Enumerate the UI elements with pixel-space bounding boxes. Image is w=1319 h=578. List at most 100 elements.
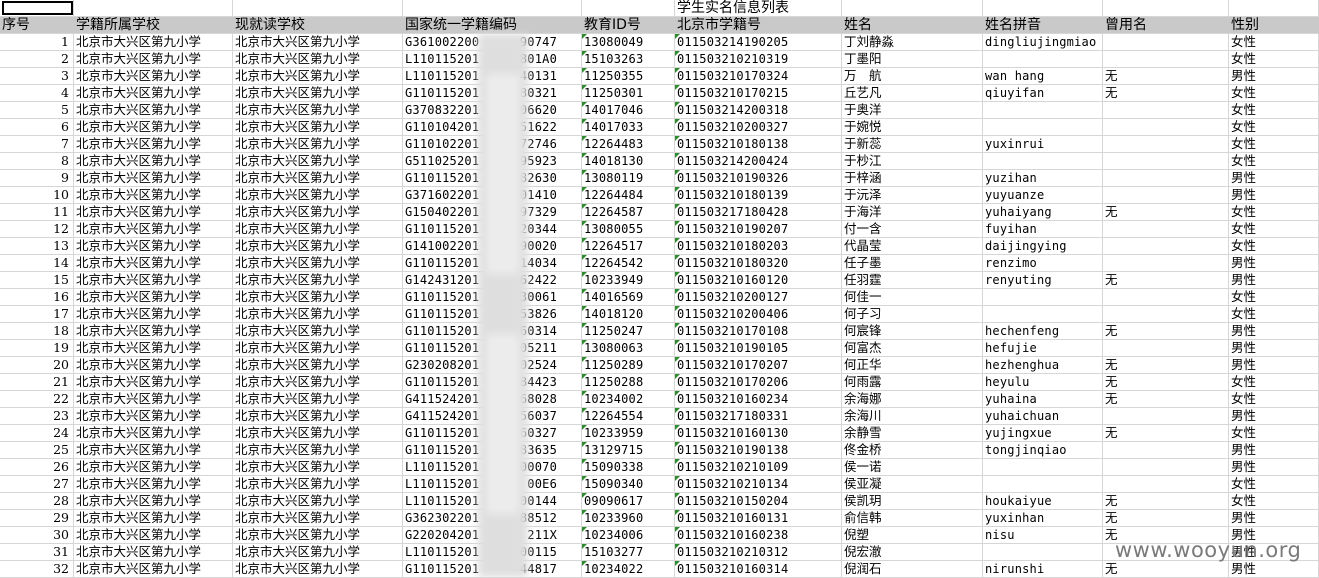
cell-enrolled-school[interactable]: 北京市大兴区第九小学 [74,153,233,170]
cell-empty[interactable] [582,0,675,17]
cell-edu-id[interactable]: 12264483 [582,136,675,153]
cell-current-school[interactable]: 北京市大兴区第九小学 [233,323,403,340]
cell-index[interactable]: 15 [0,272,74,289]
cell-beijing-id[interactable]: 011503210210319 [675,51,842,68]
cell-index[interactable]: 27 [0,476,74,493]
cell-empty[interactable] [233,0,403,17]
cell-current-school[interactable]: 北京市大兴区第九小学 [233,442,403,459]
cell-enrolled-school[interactable]: 北京市大兴区第九小学 [74,544,233,561]
cell-name[interactable]: 倪宏澈 [842,544,983,561]
cell-name[interactable]: 倪润石 [842,561,983,578]
cell-current-school[interactable]: 北京市大兴区第九小学 [233,544,403,561]
cell-pinyin[interactable]: houkaiyue [983,493,1103,510]
cell-former-name[interactable] [1103,221,1229,238]
cell-pinyin[interactable]: hefujie [983,340,1103,357]
cell-edu-id[interactable]: 12264587 [582,204,675,221]
cell-edu-id[interactable]: 11250289 [582,357,675,374]
cell-beijing-id[interactable]: 011503210160131 [675,510,842,527]
header-name[interactable]: 姓名 [842,17,983,34]
cell-current-school[interactable]: 北京市大兴区第九小学 [233,340,403,357]
cell-enrolled-school[interactable]: 北京市大兴区第九小学 [74,272,233,289]
cell-beijing-id[interactable]: 011503210160120 [675,272,842,289]
cell-edu-id[interactable]: 10234006 [582,527,675,544]
cell-empty[interactable] [74,0,233,17]
cell-index[interactable]: 21 [0,374,74,391]
cell-edu-id[interactable]: 15090338 [582,459,675,476]
cell-name[interactable]: 何佳一 [842,289,983,306]
cell-gender[interactable]: 女性 [1229,204,1319,221]
cell-former-name[interactable] [1103,51,1229,68]
cell-beijing-id[interactable]: 011503214190205 [675,34,842,51]
cell-name[interactable]: 于新蕊 [842,136,983,153]
cell-pinyin[interactable]: fuyihan [983,221,1103,238]
cell-edu-id[interactable]: 14018120 [582,306,675,323]
cell-index[interactable]: 16 [0,289,74,306]
cell-pinyin[interactable] [983,102,1103,119]
cell-edu-id[interactable]: 11250288 [582,374,675,391]
cell-enrolled-school[interactable]: 北京市大兴区第九小学 [74,136,233,153]
cell-former-name[interactable]: 无 [1103,391,1229,408]
cell-beijing-id[interactable]: 011503210160238 [675,527,842,544]
cell-name[interactable]: 何正华 [842,357,983,374]
cell-index[interactable]: 1 [0,34,74,51]
cell-enrolled-school[interactable]: 北京市大兴区第九小学 [74,391,233,408]
cell-edu-id[interactable]: 15103277 [582,544,675,561]
cell-edu-id[interactable]: 11250355 [582,68,675,85]
cell-enrolled-school[interactable]: 北京市大兴区第九小学 [74,510,233,527]
cell-gender[interactable]: 男性 [1229,408,1319,425]
cell-edu-id[interactable]: 10233959 [582,425,675,442]
cell-pinyin[interactable]: nisu [983,527,1103,544]
cell-index[interactable]: 18 [0,323,74,340]
cell-pinyin[interactable]: qiuyifan [983,85,1103,102]
cell-enrolled-school[interactable]: 北京市大兴区第九小学 [74,221,233,238]
header-beijing-id[interactable]: 北京市学籍号 [675,17,842,34]
cell-gender[interactable]: 女性 [1229,119,1319,136]
cell-name[interactable]: 代晶莹 [842,238,983,255]
cell-beijing-id[interactable]: 011503214200318 [675,102,842,119]
cell-beijing-id[interactable]: 011503210190207 [675,221,842,238]
cell-gender[interactable]: 男性 [1229,357,1319,374]
cell-gender[interactable]: 女性 [1229,289,1319,306]
cell-former-name[interactable] [1103,442,1229,459]
cell-index[interactable]: 24 [0,425,74,442]
cell-former-name[interactable] [1103,153,1229,170]
cell-gender[interactable]: 男性 [1229,272,1319,289]
cell-beijing-id[interactable]: 011503210170324 [675,68,842,85]
cell-edu-id[interactable]: 10233960 [582,510,675,527]
cell-index[interactable]: 9 [0,170,74,187]
cell-name[interactable]: 于沅泽 [842,187,983,204]
cell-former-name[interactable]: 无 [1103,85,1229,102]
cell-enrolled-school[interactable]: 北京市大兴区第九小学 [74,85,233,102]
cell-name[interactable]: 于海洋 [842,204,983,221]
cell-pinyin[interactable] [983,289,1103,306]
cell-beijing-id[interactable]: 011503217180428 [675,204,842,221]
cell-gender[interactable]: 男性 [1229,459,1319,476]
cell-gender[interactable]: 女性 [1229,153,1319,170]
cell-index[interactable]: 11 [0,204,74,221]
cell-pinyin[interactable]: yuhaina [983,391,1103,408]
cell-edu-id[interactable]: 13129715 [582,442,675,459]
cell-index[interactable]: 3 [0,68,74,85]
cell-enrolled-school[interactable]: 北京市大兴区第九小学 [74,323,233,340]
cell-name[interactable]: 佟金桥 [842,442,983,459]
cell-gender[interactable]: 女性 [1229,221,1319,238]
cell-beijing-id[interactable]: 011503210170108 [675,323,842,340]
cell-enrolled-school[interactable]: 北京市大兴区第九小学 [74,170,233,187]
cell-name[interactable]: 万 航 [842,68,983,85]
cell-name[interactable]: 余静雪 [842,425,983,442]
cell-empty[interactable] [842,0,983,17]
cell-name[interactable]: 丁墨阳 [842,51,983,68]
cell-index[interactable]: 14 [0,255,74,272]
cell-gender[interactable]: 男性 [1229,187,1319,204]
cell-pinyin[interactable]: renzimo [983,255,1103,272]
cell-current-school[interactable]: 北京市大兴区第九小学 [233,170,403,187]
cell-current-school[interactable]: 北京市大兴区第九小学 [233,255,403,272]
cell-empty[interactable] [1229,0,1319,17]
cell-gender[interactable]: 女性 [1229,425,1319,442]
cell-name[interactable]: 丘艺凡 [842,85,983,102]
header-enrolled-school[interactable]: 学籍所属学校 [74,17,233,34]
cell-index[interactable]: 20 [0,357,74,374]
cell-name[interactable]: 侯亚凝 [842,476,983,493]
cell-current-school[interactable]: 北京市大兴区第九小学 [233,119,403,136]
cell-current-school[interactable]: 北京市大兴区第九小学 [233,374,403,391]
